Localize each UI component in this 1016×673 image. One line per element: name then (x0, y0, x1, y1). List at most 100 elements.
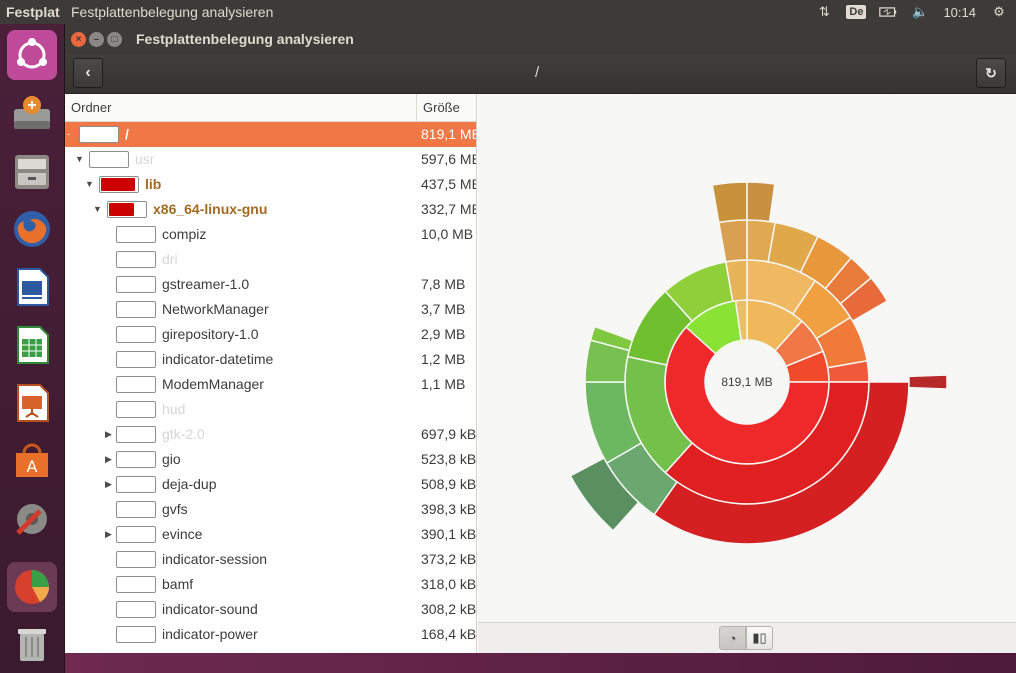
usage-bar (116, 326, 156, 343)
ring-chart-area[interactable]: 819,1 MB (478, 94, 1016, 622)
ring-center-label: 819,1 MB (721, 375, 772, 389)
treemap-view-button[interactable]: ▮▯ (746, 626, 773, 650)
usage-bar (116, 551, 156, 568)
ring-segment[interactable] (908, 374, 948, 390)
expander-collapsed-icon[interactable]: ▶ (105, 422, 112, 447)
tree-row[interactable]: ▶ deja-dup 508,9 kB (65, 472, 476, 497)
close-button[interactable]: × (71, 31, 86, 47)
folder-name: / (125, 126, 129, 142)
usage-bar (116, 601, 156, 618)
indicator-area: ⇅ De 🔈 10:14 ⚙ (815, 4, 1016, 20)
folder-name: indicator-datetime (162, 351, 274, 367)
clock[interactable]: 10:14 (943, 5, 976, 20)
libreoffice-impress-icon[interactable] (7, 378, 57, 428)
treemap-chart-icon: ▮▯ (752, 630, 767, 645)
tree-row[interactable]: ▶ evince 390,1 kB (65, 522, 476, 547)
firefox-icon[interactable] (7, 204, 57, 254)
tree-row[interactable]: indicator-datetime 1,2 MB (65, 347, 476, 372)
tree-row[interactable]: ▶ gio 523,8 kB (65, 447, 476, 472)
tree-row[interactable]: ▼ x86_64-linux-gnu 332,7 MB (65, 197, 476, 222)
folder-name: usr (135, 151, 155, 167)
tree-row[interactable]: gvfs 398,3 kB (65, 497, 476, 522)
usage-bar (116, 226, 156, 243)
network-updown-icon[interactable]: ⇅ (815, 4, 833, 20)
folder-name: x86_64-linux-gnu (153, 201, 268, 217)
usage-bar (116, 426, 156, 443)
expander-collapsed-icon[interactable]: ▶ (105, 522, 112, 547)
tree-row[interactable]: ▼ lib 437,5 MB (65, 172, 476, 197)
folder-name: compiz (162, 226, 207, 242)
session-gear-icon[interactable]: ⚙ (990, 4, 1008, 20)
ring-segment[interactable] (711, 181, 748, 224)
usage-bar (116, 351, 156, 368)
header-bar: ‹ / ↻ (65, 54, 1016, 94)
folder-name: dri (162, 251, 178, 267)
view-switcher-bar: ◔ ▮▯ (478, 622, 1016, 653)
tree-row[interactable]: ▼ usr 597,6 MB (65, 147, 476, 172)
tree-row[interactable]: bamf 318,0 kB (65, 572, 476, 597)
tree-row[interactable]: - / 819,1 MB (65, 122, 476, 147)
usage-bar (116, 251, 156, 268)
folder-name: deja-dup (162, 476, 217, 492)
launcher: A (0, 24, 65, 673)
folder-size: 390,1 kB (421, 526, 477, 542)
ring-chart[interactable]: 819,1 MB (478, 94, 1016, 622)
usage-bar (107, 201, 147, 218)
software-updater-icon[interactable] (7, 88, 57, 138)
folder-name: indicator-power (162, 626, 258, 642)
usage-bar-fill (109, 203, 134, 216)
tree-row[interactable]: dri (65, 247, 476, 272)
folder-tree[interactable]: Ordner Größe - / 819,1 MB ▼ usr 597,6 MB ▼ lib 4… (65, 94, 477, 653)
column-header-folder[interactable]: Ordner (65, 94, 417, 122)
expander-expanded-icon[interactable]: ▼ (75, 147, 84, 172)
rings-view-button[interactable]: ◔ (719, 626, 746, 650)
back-button[interactable]: ‹ (73, 58, 103, 88)
tree-row[interactable]: hud (65, 397, 476, 422)
tree-row[interactable]: compiz 10,0 MB (65, 222, 476, 247)
tree-row[interactable]: indicator-session 373,2 kB (65, 547, 476, 572)
battery-icon[interactable] (879, 4, 897, 20)
file-manager-icon[interactable] (7, 146, 57, 196)
folder-name: lib (145, 176, 162, 192)
usage-bar-fill (101, 178, 135, 191)
ring-segment[interactable] (718, 219, 748, 263)
folder-size: 373,2 kB (421, 551, 477, 567)
system-settings-icon[interactable] (7, 494, 57, 544)
expander-expanded-icon[interactable]: - (67, 122, 70, 147)
tree-row[interactable]: indicator-sound 308,2 kB (65, 597, 476, 622)
usage-bar (116, 501, 156, 518)
keyboard-layout-icon[interactable]: De (846, 4, 867, 20)
usage-bar (116, 401, 156, 418)
libreoffice-writer-icon[interactable] (7, 262, 57, 312)
current-path: / (535, 64, 540, 81)
tree-row[interactable]: gstreamer-1.0 7,8 MB (65, 272, 476, 297)
expander-expanded-icon[interactable]: ▼ (93, 197, 102, 222)
usage-bar (116, 576, 156, 593)
disk-usage-analyzer-icon[interactable] (7, 562, 57, 612)
expander-collapsed-icon[interactable]: ▶ (105, 447, 112, 472)
volume-icon[interactable]: 🔈 (911, 4, 929, 20)
trash-icon[interactable] (7, 618, 57, 668)
tree-row[interactable]: indicator-power 168,4 kB (65, 622, 476, 647)
software-center-icon[interactable]: A (7, 436, 57, 486)
expander-expanded-icon[interactable]: ▼ (85, 172, 94, 197)
maximize-button[interactable]: □ (107, 31, 122, 47)
tree-row[interactable]: NetworkManager 3,7 MB (65, 297, 476, 322)
usage-bar (79, 126, 119, 143)
ubuntu-dash-icon[interactable] (7, 30, 57, 80)
tree-row[interactable]: ModemManager 1,1 MB (65, 372, 476, 397)
reload-button[interactable]: ↻ (976, 58, 1006, 88)
column-header-size[interactable]: Größe (417, 100, 460, 115)
folder-name: NetworkManager (162, 301, 269, 317)
folder-size: 318,0 kB (421, 576, 477, 592)
libreoffice-calc-icon[interactable] (7, 320, 57, 370)
folder-size: 398,3 kB (421, 501, 477, 517)
tree-row[interactable]: girepository-1.0 2,9 MB (65, 322, 476, 347)
tree-row[interactable]: ▶ gtk-2.0 697,9 kB (65, 422, 476, 447)
window-titlebar[interactable]: × – □ Festplattenbelegung analysieren (65, 24, 1016, 54)
minimize-button[interactable]: – (89, 31, 104, 47)
ring-segment[interactable] (746, 181, 776, 223)
folder-name: ModemManager (162, 376, 264, 392)
expander-collapsed-icon[interactable]: ▶ (105, 472, 112, 497)
folder-name: hud (162, 401, 186, 417)
